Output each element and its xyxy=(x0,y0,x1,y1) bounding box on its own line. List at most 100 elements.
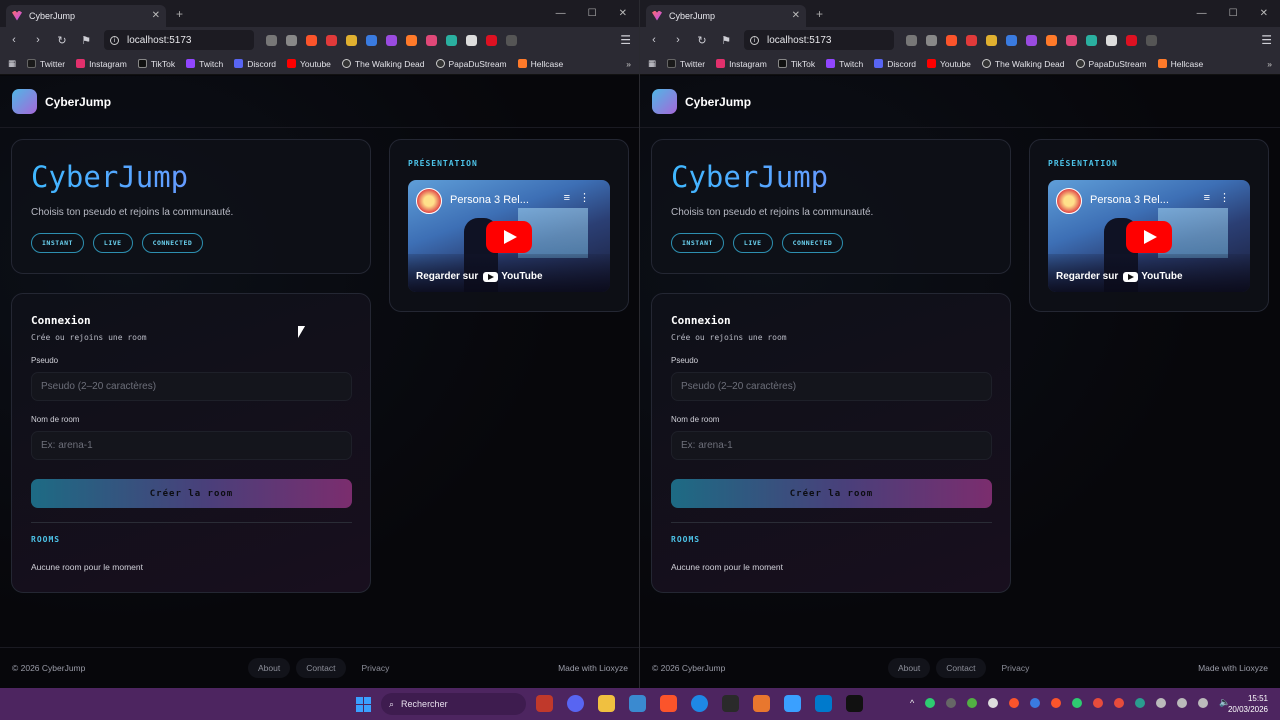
chevron-up-icon[interactable]: ^ xyxy=(910,698,914,708)
display-icon[interactable] xyxy=(1198,697,1209,708)
tray-app-icon[interactable] xyxy=(946,697,957,708)
footer-link-about[interactable]: About xyxy=(248,658,291,678)
messenger-icon[interactable] xyxy=(691,695,708,712)
app-logo[interactable] xyxy=(652,89,677,114)
menu-icon[interactable]: ☰ xyxy=(1261,33,1272,47)
extension-icon[interactable] xyxy=(1066,34,1077,46)
extension-icon[interactable] xyxy=(986,34,997,46)
minimize-icon[interactable]: — xyxy=(1197,8,1207,19)
footer-link-about[interactable]: About xyxy=(888,658,931,678)
bookmark-tiktok[interactable]: TikTok xyxy=(777,59,815,69)
play-button[interactable] xyxy=(486,221,532,253)
file-explorer-icon[interactable] xyxy=(598,695,615,712)
bookmark-hellcase[interactable]: Hellcase xyxy=(1157,59,1203,69)
browser-tab[interactable]: CyberJump ✕ xyxy=(6,4,166,27)
playlist-icon[interactable]: ≡ xyxy=(1204,192,1210,204)
minimize-icon[interactable]: — xyxy=(556,8,566,19)
translate-icon[interactable] xyxy=(906,34,917,46)
close-window-icon[interactable]: ✕ xyxy=(619,8,627,19)
bookmark-twitter[interactable]: Twitter xyxy=(667,59,705,69)
youtube-embed[interactable]: Persona 3 Rel... ≡ ⋮ Regarder sur YouTub… xyxy=(1048,180,1250,292)
brave-shield-icon[interactable] xyxy=(306,34,317,46)
extension-icon[interactable] xyxy=(1086,34,1097,46)
start-button[interactable] xyxy=(356,697,371,712)
bookmark-twitch[interactable]: Twitch xyxy=(826,59,863,69)
extension-icon[interactable] xyxy=(466,34,477,46)
close-window-icon[interactable]: ✕ xyxy=(1260,8,1268,19)
bookmark-icon[interactable]: ⚑ xyxy=(720,34,732,47)
new-tab-icon[interactable]: + xyxy=(816,7,823,21)
bookmark-instagram[interactable]: Instagram xyxy=(716,59,767,69)
video-title[interactable]: Persona 3 Rel... xyxy=(1090,194,1169,206)
maximize-icon[interactable]: ☐ xyxy=(588,8,597,19)
bookmark-walking-dead[interactable]: The Walking Dead xyxy=(341,59,425,69)
tray-app-icon[interactable] xyxy=(1072,697,1083,708)
bookmark-twitter[interactable]: Twitter xyxy=(27,59,65,69)
create-room-button[interactable]: Créer la room xyxy=(671,479,992,508)
extension-icon[interactable] xyxy=(386,34,397,46)
site-info-icon[interactable]: i xyxy=(110,35,119,45)
extension-icon[interactable] xyxy=(1046,34,1057,46)
news-widget-icon[interactable] xyxy=(536,695,553,712)
watch-on-youtube-link[interactable]: Regarder sur YouTube xyxy=(1056,271,1183,282)
console-icon[interactable] xyxy=(846,695,863,712)
room-name-input[interactable]: Ex: arena-1 xyxy=(671,431,992,460)
extension-icon[interactable] xyxy=(366,34,377,46)
forward-icon[interactable]: › xyxy=(32,34,44,46)
extension-icon[interactable] xyxy=(1006,34,1017,46)
bookmark-hellcase[interactable]: Hellcase xyxy=(517,59,563,69)
pseudo-input[interactable]: Pseudo (2–20 caractères) xyxy=(671,372,992,401)
footer-link-privacy[interactable]: Privacy xyxy=(992,658,1040,678)
vscode-icon[interactable] xyxy=(815,695,832,712)
xbox-icon[interactable] xyxy=(967,697,978,708)
pseudo-input[interactable]: Pseudo (2–20 caractères) xyxy=(31,372,352,401)
bookmark-tiktok[interactable]: TikTok xyxy=(137,59,175,69)
more-options-icon[interactable]: ⋮ xyxy=(1219,191,1230,204)
browser-tab[interactable]: CyberJump ✕ xyxy=(646,4,806,27)
tray-app-icon[interactable] xyxy=(1114,697,1125,708)
extension-icon[interactable] xyxy=(1026,34,1037,46)
play-button[interactable] xyxy=(1126,221,1172,253)
extension-icon[interactable] xyxy=(346,34,357,46)
footer-link-privacy[interactable]: Privacy xyxy=(352,658,400,678)
tray-app-icon[interactable] xyxy=(925,697,936,708)
app-icon[interactable] xyxy=(753,695,770,712)
address-bar[interactable]: i localhost:5173 xyxy=(104,30,254,50)
playlist-icon[interactable]: ≡ xyxy=(564,192,570,204)
create-room-button[interactable]: Créer la room xyxy=(31,479,352,508)
window-icon[interactable] xyxy=(784,695,801,712)
bookmark-youtube[interactable]: Youtube xyxy=(927,59,971,69)
extension-icon[interactable] xyxy=(486,34,497,46)
bluetooth-icon[interactable] xyxy=(1030,697,1041,708)
apps-grid-icon[interactable]: ▦ xyxy=(8,58,16,69)
share-icon[interactable] xyxy=(286,34,297,46)
tray-app-icon[interactable] xyxy=(1093,697,1104,708)
back-icon[interactable]: ‹ xyxy=(648,34,660,46)
bookmark-discord[interactable]: Discord xyxy=(874,59,916,69)
network-icon[interactable] xyxy=(1156,697,1167,708)
channel-avatar[interactable] xyxy=(416,188,442,214)
taskbar-search[interactable]: ⌕ Rechercher xyxy=(381,693,526,715)
reload-icon[interactable]: ↻ xyxy=(56,34,68,47)
puzzle-icon[interactable] xyxy=(506,34,517,46)
more-bookmarks-icon[interactable]: » xyxy=(1267,59,1272,69)
photos-icon[interactable] xyxy=(629,695,646,712)
brave-icon[interactable] xyxy=(660,695,677,712)
maximize-icon[interactable]: ☐ xyxy=(1229,8,1238,19)
more-bookmarks-icon[interactable]: » xyxy=(626,59,631,69)
discord-icon[interactable] xyxy=(567,695,584,712)
bookmark-discord[interactable]: Discord xyxy=(234,59,276,69)
extension-icon[interactable] xyxy=(446,34,457,46)
bookmark-twitch[interactable]: Twitch xyxy=(186,59,223,69)
bookmark-icon[interactable]: ⚑ xyxy=(80,34,92,47)
watch-on-youtube-link[interactable]: Regarder sur YouTube xyxy=(416,271,543,282)
tab-close-icon[interactable]: ✕ xyxy=(152,10,160,21)
bookmark-walking-dead[interactable]: The Walking Dead xyxy=(981,59,1065,69)
site-info-icon[interactable]: i xyxy=(750,35,759,45)
system-clock[interactable]: 15:51 20/03/2026 xyxy=(1228,693,1268,715)
room-name-input[interactable]: Ex: arena-1 xyxy=(31,431,352,460)
tray-app-icon[interactable] xyxy=(988,697,999,708)
apps-grid-icon[interactable]: ▦ xyxy=(648,58,656,69)
reload-icon[interactable]: ↻ xyxy=(696,34,708,47)
tray-app-icon[interactable] xyxy=(1009,697,1020,708)
